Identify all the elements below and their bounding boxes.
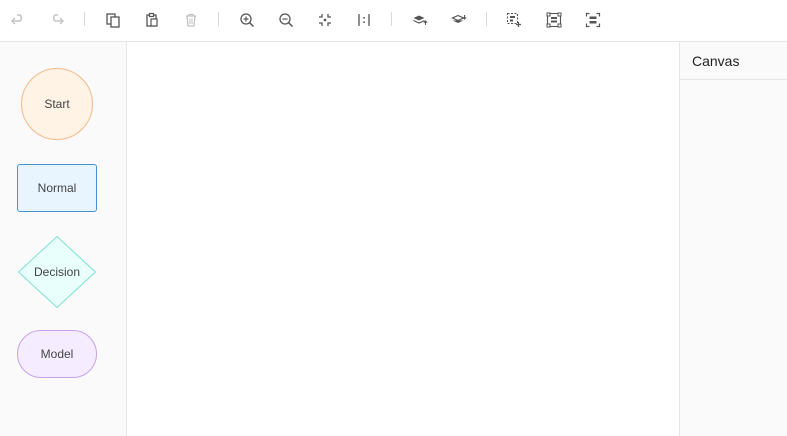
ungroup-icon	[585, 12, 601, 28]
copy-button[interactable]	[102, 9, 124, 31]
actual-size-button[interactable]	[353, 9, 375, 31]
paste-icon	[146, 12, 158, 27]
ungroup-button[interactable]	[582, 9, 604, 31]
model-node[interactable]: Model	[17, 330, 97, 378]
item-panel: Start Normal Decision Model	[0, 42, 127, 436]
toolbar	[0, 0, 787, 42]
detail-panel: Canvas	[679, 42, 787, 436]
multi-select-icon	[506, 12, 521, 27]
send-to-back-icon	[451, 14, 467, 23]
zoom-in-icon	[240, 13, 255, 28]
detail-panel-title: Canvas	[680, 42, 787, 80]
start-node[interactable]: Start	[21, 68, 93, 140]
group-icon	[546, 12, 562, 28]
bring-to-front-button[interactable]	[409, 9, 431, 31]
redo-button[interactable]	[46, 9, 68, 31]
toolbar-divider	[218, 12, 219, 26]
model-node-label: Model	[40, 347, 74, 361]
start-node-label: Start	[44, 97, 70, 111]
redo-icon	[53, 14, 64, 25]
normal-node-label: Normal	[37, 181, 77, 195]
toolbar-divider	[486, 12, 487, 26]
fit-view-icon	[319, 14, 331, 26]
send-to-back-button[interactable]	[448, 9, 470, 31]
normal-node[interactable]: Normal	[17, 164, 97, 212]
group-button[interactable]	[543, 9, 565, 31]
zoom-out-button[interactable]	[275, 9, 297, 31]
zoom-in-button[interactable]	[236, 9, 258, 31]
fit-view-button[interactable]	[314, 9, 336, 31]
bring-to-front-icon	[413, 15, 428, 25]
copy-icon	[106, 13, 120, 28]
decision-node-label: Decision	[33, 265, 81, 279]
trash-icon	[186, 13, 196, 27]
editor-canvas[interactable]	[127, 42, 679, 436]
toolbar-divider	[84, 12, 85, 26]
delete-button[interactable]	[180, 9, 202, 31]
decision-node[interactable]: Decision	[18, 236, 96, 308]
multi-select-button[interactable]	[503, 9, 525, 31]
paste-button[interactable]	[141, 9, 163, 31]
zoom-out-icon	[279, 13, 294, 28]
actual-size-icon	[358, 14, 370, 26]
toolbar-divider	[391, 12, 392, 26]
undo-icon	[11, 14, 22, 25]
undo-button[interactable]	[7, 9, 29, 31]
